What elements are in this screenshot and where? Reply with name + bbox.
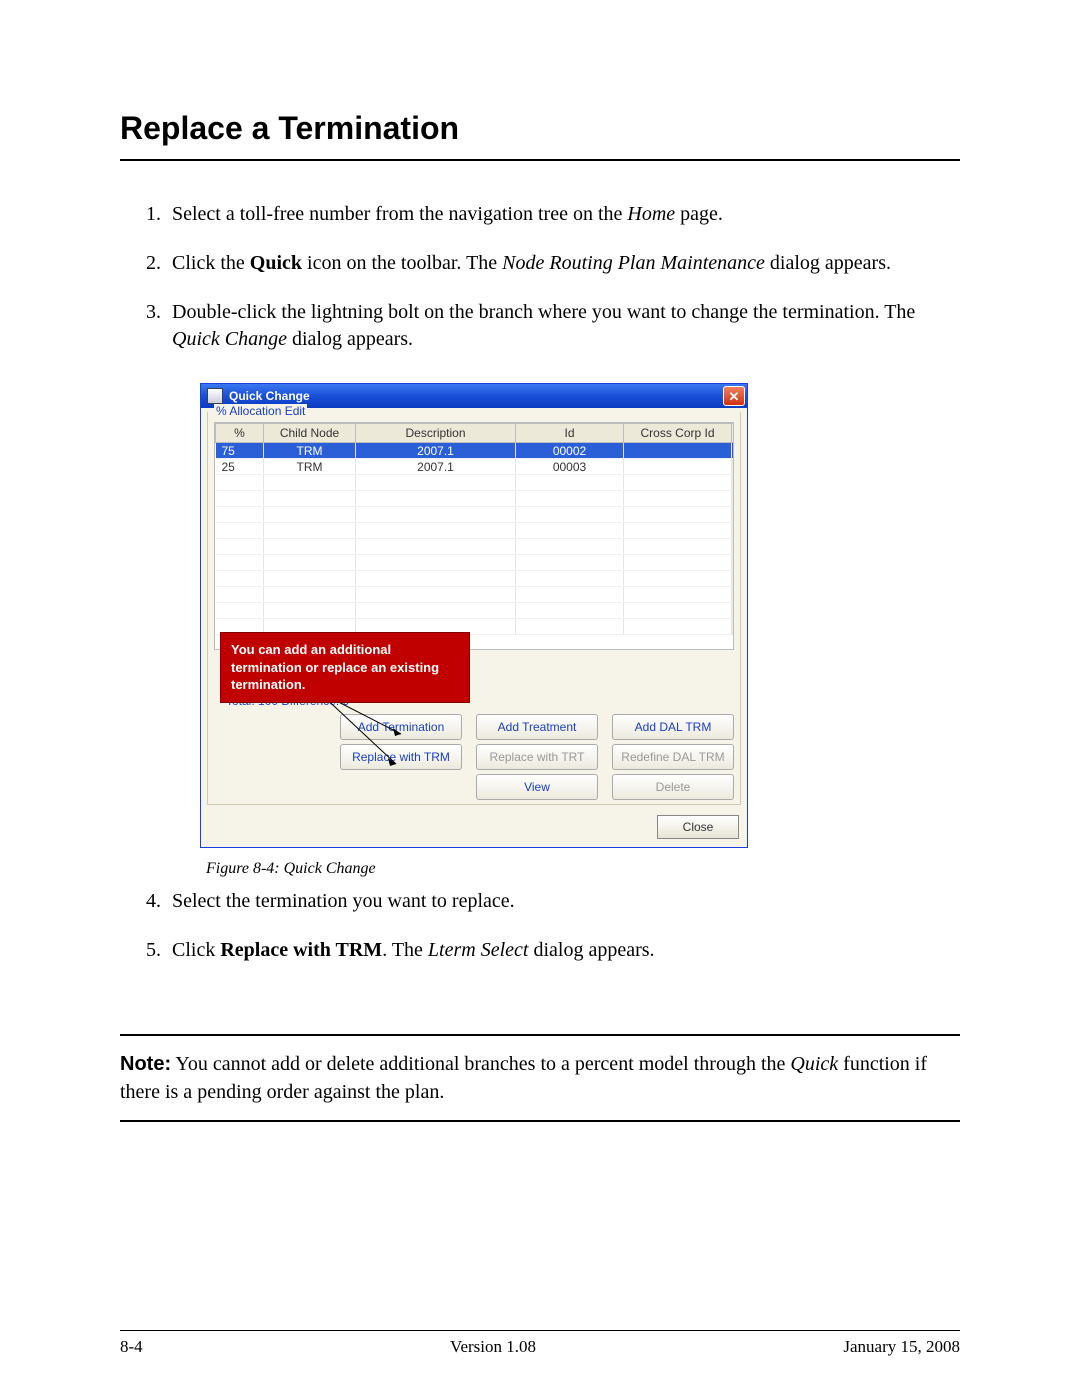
page-footer: 8-4 Version 1.08 January 15, 2008 [120,1330,960,1357]
close-button[interactable]: Close [657,815,739,839]
footer-date: January 15, 2008 [843,1337,960,1357]
grid-header: % Child Node Description Id Cross Corp I… [216,424,735,443]
table-row[interactable] [216,475,735,491]
col-description[interactable]: Description [356,424,516,443]
cell-desc: 2007.1 [356,443,516,459]
button-row: Add Termination Add Treatment Add DAL TR… [214,714,734,740]
cell-percent: 25 [216,459,264,475]
step-text: page. [675,203,723,225]
step-text: Double-click the lightning bolt on the b… [172,301,915,323]
add-dal-trm-button[interactable]: Add DAL TRM [612,714,734,740]
dialog-body: % Allocation Edit % Child Node Descripti… [201,412,747,847]
table-row[interactable] [216,555,735,571]
step-italic: Node Routing Plan Maintenance [502,252,765,274]
step-italic: Lterm Select [428,939,529,961]
title-rule [120,159,960,161]
step-text: dialog appears. [287,328,413,350]
view-button[interactable]: View [476,774,598,800]
table-row[interactable] [216,603,735,619]
button-row: View Delete [214,774,734,800]
table-row[interactable] [216,539,735,555]
redefine-dal-trm-button[interactable]: Redefine DAL TRM [612,744,734,770]
step-text: Click [172,939,220,961]
titlebar-left: Quick Change [207,388,310,404]
step-bold: Quick [250,252,302,274]
cell-id: 00002 [516,443,624,459]
col-id[interactable]: Id [516,424,624,443]
cell-percent: 75 [216,443,264,459]
app-icon [207,388,223,404]
step-item: Click Replace with TRM. The Lterm Select… [166,937,960,964]
step-list: Select a toll-free number from the navig… [120,201,960,353]
step-text: . The [382,939,428,961]
step-item: Click the Quick icon on the toolbar. The… [166,250,960,277]
close-icon[interactable]: ✕ [723,386,745,406]
table-row[interactable] [216,507,735,523]
note-block: Note: You cannot add or delete additiona… [120,1034,960,1122]
step-item: Select a toll-free number from the navig… [166,201,960,228]
step-text: icon on the toolbar. The [302,252,502,274]
cell-scroll [732,459,735,475]
allocation-group: % Allocation Edit % Child Node Descripti… [207,412,741,805]
col-child-node[interactable]: Child Node [264,424,356,443]
add-termination-button[interactable]: Add Termination [340,714,462,740]
step-text: dialog appears. [528,939,654,961]
footer-version: Version 1.08 [450,1337,536,1357]
step-text: Select a toll-free number from the navig… [172,203,627,225]
note-label: Note: [120,1053,171,1075]
cell-child: TRM [264,443,356,459]
close-row: Close [201,811,747,847]
step-item: Select the termination you want to repla… [166,888,960,915]
step-bold: Replace with TRM [220,939,382,961]
step-italic: Home [627,203,675,225]
table-row[interactable] [216,571,735,587]
col-percent[interactable]: % [216,424,264,443]
delete-button[interactable]: Delete [612,774,734,800]
step-text: Click the [172,252,250,274]
group-label: % Allocation Edit [214,404,307,418]
cell-desc: 2007.1 [356,459,516,475]
table-row[interactable]: 25 TRM 2007.1 00003 [216,459,735,475]
footer-page: 8-4 [120,1337,143,1357]
note-italic: Quick [790,1053,838,1075]
step-italic: Quick Change [172,328,287,350]
dialog-title: Quick Change [229,389,310,403]
table-row[interactable]: 75 TRM 2007.1 00002 [216,443,735,459]
col-cross-corp[interactable]: Cross Corp Id [624,424,732,443]
cell-id: 00003 [516,459,624,475]
cell-cross [624,459,732,475]
dialog-screenshot: Quick Change ✕ % Allocation Edit [200,383,960,878]
replace-with-trm-button[interactable]: Replace with TRM [340,744,462,770]
page-title: Replace a Termination [120,110,960,147]
cell-scroll [732,443,735,459]
step-item: Double-click the lightning bolt on the b… [166,299,960,353]
add-treatment-button[interactable]: Add Treatment [476,714,598,740]
table-row[interactable] [216,491,735,507]
figure-caption: Figure 8-4: Quick Change [206,860,960,878]
step-text: Select the termination you want to repla… [172,890,515,912]
step-text: dialog appears. [765,252,891,274]
cell-child: TRM [264,459,356,475]
allocation-grid[interactable]: % Child Node Description Id Cross Corp I… [214,422,734,650]
scroll-header [732,424,735,443]
button-row: Replace with TRM Replace with TRT Redefi… [214,744,734,770]
quick-change-dialog: Quick Change ✕ % Allocation Edit [200,383,748,848]
note-text: You cannot add or delete additional bran… [175,1053,790,1075]
document-page: Replace a Termination Select a toll-free… [0,0,1080,1397]
table-row[interactable] [216,587,735,603]
cell-cross [624,443,732,459]
replace-with-trt-button[interactable]: Replace with TRT [476,744,598,770]
callout-box: You can add an additional termination or… [220,632,470,703]
step-list: Select the termination you want to repla… [120,888,960,964]
table-row[interactable] [216,523,735,539]
